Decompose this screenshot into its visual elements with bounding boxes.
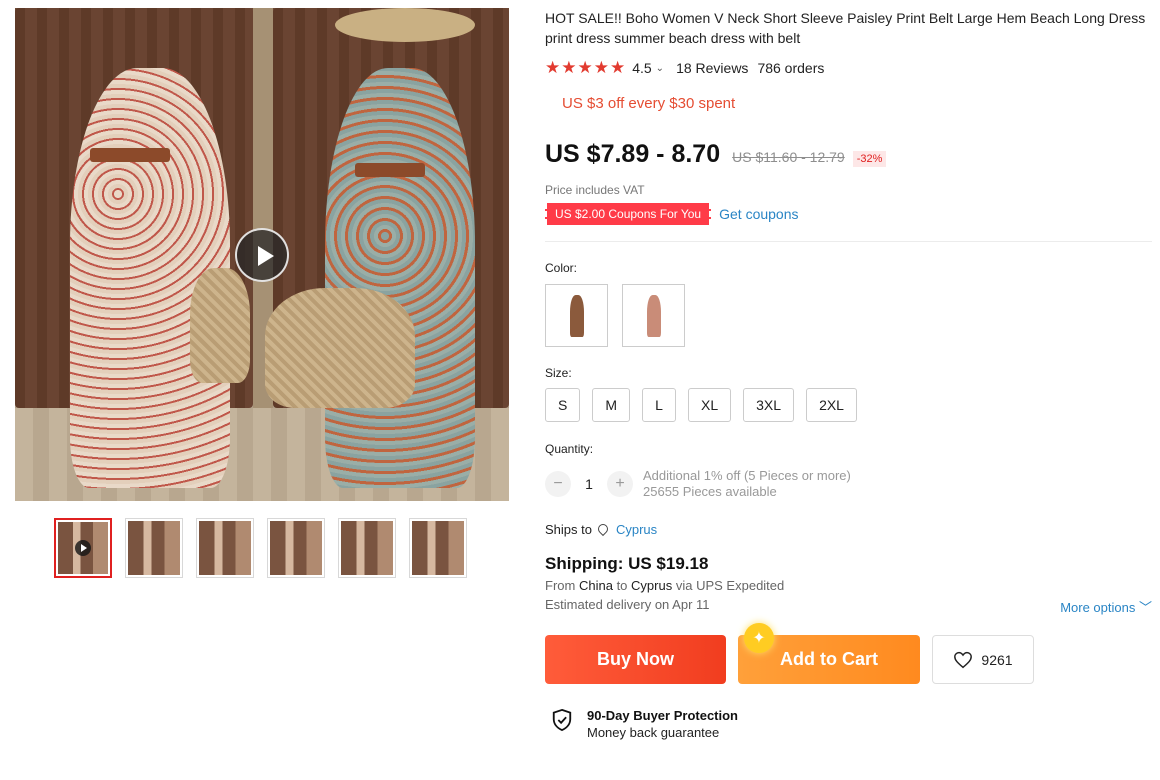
chevron-down-icon: ﹀ <box>1138 600 1152 615</box>
more-options-link[interactable]: More options ﹀ <box>1060 597 1152 616</box>
ships-to-label: Ships to <box>545 522 592 537</box>
heart-icon <box>954 651 973 668</box>
to-label: to <box>616 578 628 593</box>
current-price: US $7.89 - 8.70 <box>545 140 721 168</box>
protection-text: 90-Day Buyer Protection Money back guara… <box>587 708 738 740</box>
quantity-info: Additional 1% off (5 Pieces or more) 256… <box>643 468 851 500</box>
shipping-cost: Shipping: US $19.18 <box>545 554 709 573</box>
thumbnail[interactable] <box>196 518 254 578</box>
more-options-label: More options <box>1060 600 1136 615</box>
ship-from: China <box>578 578 613 593</box>
size-label: Size: <box>545 366 572 380</box>
star-rating-icon: ★★★★★ <box>545 58 627 77</box>
size-option-3xl[interactable]: 3XL <box>743 388 795 422</box>
ships-to-destination[interactable]: Cyprus <box>616 522 657 537</box>
add-to-cart-label: Add to Cart <box>780 649 878 669</box>
thumbnail[interactable] <box>338 518 396 578</box>
color-swatches <box>545 284 1152 347</box>
thumbnail[interactable] <box>125 518 183 578</box>
delivery-row: Estimated delivery on Apr 11 More option… <box>545 597 1152 616</box>
wishlist-count: 9261 <box>981 651 1013 668</box>
price-row: US $7.89 - 8.70 US $11.60 - 12.79 -32% <box>545 140 1152 169</box>
ships-to-row: Ships to Cyprus <box>545 522 1152 537</box>
straw-bag <box>190 268 250 383</box>
product-title: HOT SALE!! Boho Women V Neck Short Sleev… <box>545 10 1146 46</box>
buyer-protection[interactable]: 90-Day Buyer Protection Money back guara… <box>545 708 1152 740</box>
buy-now-button[interactable]: Buy Now <box>545 635 726 684</box>
thumbnail[interactable] <box>409 518 467 578</box>
get-coupons-link[interactable]: Get coupons <box>719 206 798 222</box>
store-promo[interactable]: US $3 off every $30 spent <box>562 95 1152 112</box>
main-product-image[interactable] <box>15 8 509 501</box>
swatch-image <box>627 289 680 342</box>
size-option-m[interactable]: M <box>592 388 631 422</box>
original-price: US $11.60 - 12.79 <box>732 149 845 165</box>
action-buttons: Buy Now ✦ Add to Cart 9261 <box>545 623 1152 684</box>
thumbnail[interactable] <box>267 518 325 578</box>
decrease-quantity-button[interactable]: − <box>545 471 571 497</box>
rating-row: ★★★★★ 4.5 ⌄ 18 Reviews 786 orders <box>545 58 1152 78</box>
stock-available: 25655 Pieces available <box>643 484 777 499</box>
thumbnail-image <box>270 521 322 575</box>
coupon-tag[interactable]: US $2.00 Coupons For You <box>545 203 712 225</box>
coupon-row: US $2.00 Coupons For You Get coupons <box>545 203 1152 225</box>
via-label: via <box>675 578 693 593</box>
protection-title: 90-Day Buyer Protection <box>587 708 738 723</box>
quantity-input[interactable]: 1 <box>571 476 607 492</box>
thumbnail-strip <box>54 518 467 578</box>
discount-badge: -32% <box>852 151 887 167</box>
color-label: Color: <box>545 261 578 275</box>
size-option-2xl[interactable]: 2XL <box>806 388 857 422</box>
belt <box>90 148 170 162</box>
increase-quantity-button[interactable]: + <box>607 471 633 497</box>
shield-check-icon <box>552 708 572 732</box>
bulk-offer: Additional 1% off (5 Pieces or more) <box>643 468 851 483</box>
thumbnail-image <box>199 521 251 575</box>
thumbnail-video[interactable] <box>54 518 112 578</box>
thumbnail-image <box>128 521 180 575</box>
vat-note: Price includes VAT <box>545 183 645 197</box>
thumbnail-image <box>412 521 464 575</box>
orders-count: 786 orders <box>757 60 825 76</box>
product-info: HOT SALE!! Boho Women V Neck Short Sleev… <box>545 8 1152 740</box>
quantity-label: Quantity: <box>545 442 594 456</box>
size-option-xl[interactable]: XL <box>688 388 732 422</box>
add-to-cart-button[interactable]: ✦ Add to Cart <box>738 623 920 684</box>
play-icon <box>75 540 91 556</box>
chevron-down-icon[interactable]: ⌄ <box>656 63 664 74</box>
reviews-link[interactable]: 18 Reviews <box>676 60 748 76</box>
size-options: S M L XL 3XL 2XL <box>545 388 1152 422</box>
shipping-route: From China to Cyprus via UPS Expedited <box>545 578 1152 593</box>
estimated-delivery: Estimated delivery on Apr 11 <box>545 597 710 612</box>
location-pin-icon <box>598 524 608 536</box>
wishlist-button[interactable]: 9261 <box>932 635 1034 684</box>
straw-bag <box>265 288 415 408</box>
size-option-s[interactable]: S <box>545 388 581 422</box>
size-option-l[interactable]: L <box>642 388 677 422</box>
thumbnail-image <box>341 521 393 575</box>
model-paisley-dress <box>325 68 475 488</box>
protection-subtitle: Money back guarantee <box>587 725 720 740</box>
straw-hat <box>335 8 475 42</box>
swatch-image <box>550 289 603 342</box>
rating-value[interactable]: 4.5 <box>632 60 651 76</box>
color-swatch-paisley[interactable] <box>545 284 608 347</box>
ship-to: Cyprus <box>631 578 673 593</box>
sparkle-icon: ✦ <box>744 623 774 653</box>
from-label: From <box>545 578 576 593</box>
play-video-icon[interactable] <box>235 228 289 282</box>
divider <box>545 241 1152 242</box>
belt <box>355 163 425 177</box>
quantity-stepper: − 1 + Additional 1% off (5 Pieces or mor… <box>545 468 1152 500</box>
carrier: UPS Expedited <box>696 578 785 593</box>
color-swatch-floral[interactable] <box>622 284 685 347</box>
